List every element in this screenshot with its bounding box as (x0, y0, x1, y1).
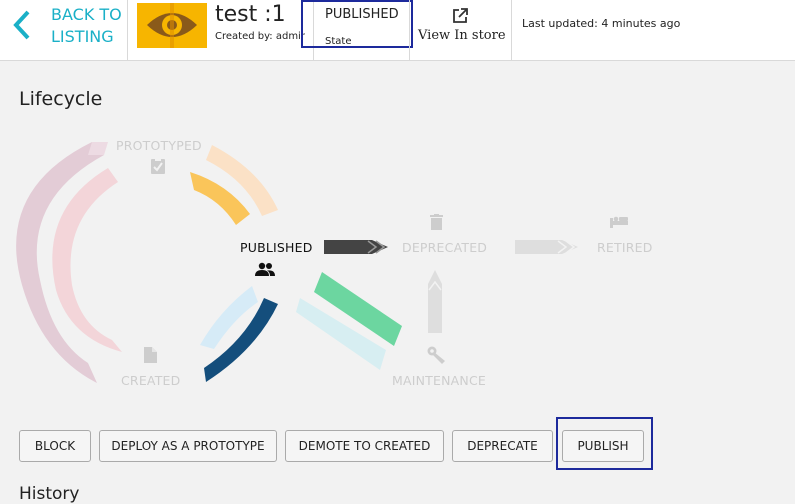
chevron-left-icon (13, 10, 30, 40)
deprecate-button[interactable]: DEPRECATE (452, 430, 553, 462)
view-in-store-link[interactable]: View In store (410, 0, 510, 60)
state-prototyped[interactable]: PROTOTYPED (116, 138, 202, 153)
state-box: PUBLISHED State (301, 0, 413, 48)
state-deprecated[interactable]: DEPRECATED (402, 240, 487, 255)
publish-focus-highlight (556, 417, 653, 470)
transition-maintenance-to-deprecated[interactable] (428, 270, 442, 333)
asset-thumbnail (137, 3, 207, 48)
state-value: PUBLISHED (325, 7, 399, 22)
header-divider (511, 0, 512, 60)
lifecycle-diagram (16, 142, 578, 383)
lifecycle-title: Lifecycle (19, 88, 103, 110)
state-label: State (325, 36, 352, 47)
last-updated: Last updated: 4 minutes ago (522, 17, 681, 30)
wrench-icon (427, 346, 445, 364)
state-created[interactable]: CREATED (121, 373, 180, 388)
back-label-line1: BACK TO (51, 5, 122, 24)
bed-icon (610, 216, 628, 228)
transition-prototyped-to-created[interactable] (52, 168, 123, 352)
created-by: Created by: admin (215, 31, 305, 42)
file-icon (144, 347, 157, 363)
state-maintenance[interactable]: MAINTENANCE (392, 373, 486, 388)
view-in-store-label: View In store (418, 28, 506, 43)
back-label-line2: LISTING (51, 27, 114, 46)
external-link-icon (453, 8, 468, 23)
state-published[interactable]: PUBLISHED (240, 240, 313, 255)
asset-title: test :1 (215, 2, 286, 27)
clipboard-check-icon (151, 157, 165, 174)
state-retired[interactable]: RETIRED (597, 240, 653, 255)
back-to-listing-label: BACK TO LISTING (51, 4, 122, 48)
deploy-as-prototype-button[interactable]: DEPLOY AS A PROTOTYPE (99, 430, 277, 462)
block-button[interactable]: BLOCK (19, 430, 91, 462)
header-bar: BACK TO LISTING test :1 Created by: admi… (0, 0, 795, 61)
eye-icon (147, 3, 197, 48)
users-icon (255, 262, 275, 276)
history-title: History (19, 484, 80, 504)
demote-to-created-button[interactable]: DEMOTE TO CREATED (285, 430, 444, 462)
back-to-listing-button[interactable]: BACK TO LISTING (0, 0, 128, 60)
trash-icon (430, 214, 443, 230)
